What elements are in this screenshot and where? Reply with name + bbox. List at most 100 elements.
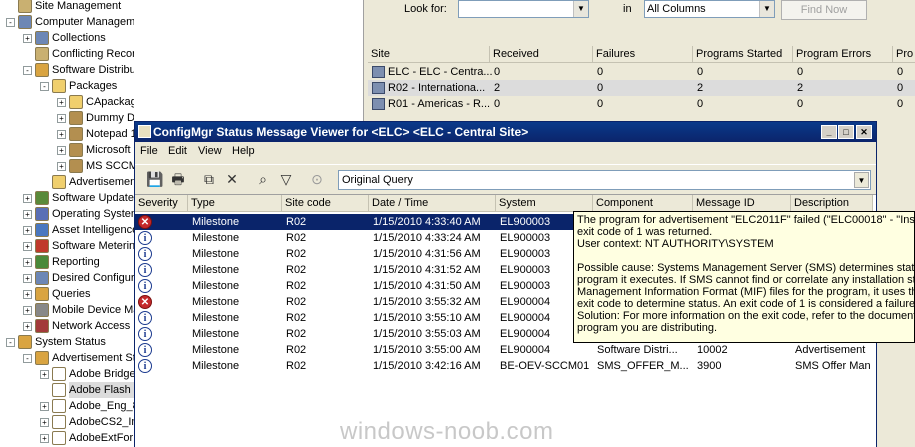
column-header[interactable]: Pro [893,46,915,63]
column-header[interactable]: Received [490,46,593,63]
collapse-icon[interactable]: - [23,354,32,363]
minimize-button[interactable]: _ [821,125,837,139]
expand-icon[interactable]: + [57,114,66,123]
column-header[interactable]: Date / Time [369,195,496,212]
save-icon[interactable]: 💾 [145,169,165,189]
collapse-icon[interactable]: - [23,66,32,75]
tree-item[interactable]: + Mobile Device Man [0,302,134,318]
expand-icon[interactable]: + [40,370,49,379]
column-header[interactable]: Description [791,195,873,212]
expand-icon[interactable]: + [23,226,32,235]
chevron-down-icon[interactable]: ▼ [759,1,774,17]
column-header[interactable]: Failures [593,46,693,63]
collapse-icon[interactable]: - [6,338,15,347]
tree-item[interactable]: - Packages [0,78,134,94]
column-header[interactable]: Site [368,46,490,63]
tree-item[interactable]: + CApackages [0,94,134,110]
expand-icon[interactable]: + [23,34,32,43]
column-header[interactable]: Type [188,195,282,212]
print-icon[interactable]: 🖶 [168,169,188,189]
tree-item[interactable]: Conflicting Records [0,46,134,62]
table-row[interactable]: i Milestone R02 1/15/2010 3:42:16 AM BE-OEV-… [135,358,876,374]
filter-icon[interactable]: ▽ [276,169,296,189]
expand-icon[interactable]: + [57,146,66,155]
look-for-input[interactable]: ▼ [458,0,589,18]
folder-icon [18,0,32,13]
site-icon [372,66,385,78]
tree-item[interactable]: - Software Distribution [0,62,134,78]
expand-icon[interactable]: + [23,242,32,251]
tree-item[interactable]: + Notepad 1 [0,126,134,142]
tree-item[interactable]: + Software Updates [0,190,134,206]
expand-icon[interactable]: + [23,210,32,219]
expand-icon[interactable]: + [23,290,32,299]
menu-view[interactable]: View [198,145,222,157]
copy-icon[interactable]: ⧉ [199,169,219,189]
expand-icon[interactable]: + [40,418,49,427]
table-row[interactable]: ELC - ELC - Centra... 0 0 0 0 0 [368,64,915,80]
tree-item[interactable]: + Reporting [0,254,134,270]
tree-item[interactable]: + MS SCCM S [0,158,134,174]
close-button[interactable]: ✕ [856,125,872,139]
collapse-icon[interactable]: - [6,18,15,27]
site-cell: R02 [286,296,307,308]
tree-item-label: Dummy Davy 01 [86,112,134,124]
table-row[interactable]: R01 - Americas - R... 0 0 0 0 0 [368,96,915,112]
tree-item[interactable]: + Collections [0,30,134,46]
tree-item[interactable]: + Operating System [0,206,134,222]
expand-icon[interactable]: + [40,402,49,411]
query-select[interactable]: Original Query ▼ [338,170,871,190]
chevron-down-icon[interactable]: ▼ [573,1,588,17]
tree-item-label: Mobile Device Man [52,304,134,316]
expand-icon[interactable]: + [57,162,66,171]
expand-icon[interactable]: + [57,130,66,139]
column-header[interactable]: Site code [282,195,369,212]
expand-icon[interactable]: + [57,98,66,107]
tree-item[interactable]: + Dummy Davy 01 [0,110,134,126]
site-cell: R02 [286,328,307,340]
tree-item[interactable]: + AdobeExtForn [0,430,134,446]
tree-item[interactable]: - Computer Management [0,14,134,30]
tree-item[interactable]: Adobe Flash P [0,382,134,398]
tree-item[interactable]: + Adobe Bridge [0,366,134,382]
window-titlebar[interactable]: ConfigMgr Status Message Viewer for <ELC… [135,122,876,142]
tree-item[interactable]: + Adobe_Eng_8 [0,398,134,414]
maximize-button[interactable]: □ [838,125,854,139]
table-row[interactable]: R02 - Internationa... 2 0 2 2 0 [368,80,915,96]
tree-item[interactable]: + Network Access Pr [0,318,134,334]
stop-icon[interactable]: ⊙ [307,169,327,189]
tree-item[interactable]: + Desired Configural [0,270,134,286]
column-header[interactable]: Severity [135,195,188,212]
column-header[interactable]: System [496,195,593,212]
chevron-down-icon[interactable]: ▼ [854,172,869,188]
column-header[interactable]: Program Errors [793,46,893,63]
column-header[interactable]: Component [593,195,693,212]
table-row[interactable]: i Milestone R02 1/15/2010 3:55:00 AM EL90000… [135,342,876,358]
expand-icon[interactable]: + [23,258,32,267]
menu-file[interactable]: File [140,145,158,157]
find-icon[interactable]: ⌕ [253,169,273,189]
expand-icon[interactable]: + [40,434,49,443]
delete-icon[interactable]: ✕ [222,169,242,189]
column-header[interactable]: Message ID [693,195,791,212]
expand-icon[interactable]: + [23,306,32,315]
menu-help[interactable]: Help [232,145,255,157]
expand-icon[interactable]: + [23,274,32,283]
collapse-icon[interactable]: - [40,82,49,91]
menu-edit[interactable]: Edit [168,145,187,157]
tree-item[interactable]: Site Management [0,0,134,14]
tree-item[interactable]: Advertisement [0,174,134,190]
tree-item[interactable]: - Advertisement Sta [0,350,134,366]
column-select[interactable]: All Columns ▼ [644,0,775,18]
tree-item[interactable]: - System Status [0,334,134,350]
tree-item[interactable]: + Asset Intelligence [0,222,134,238]
expand-icon[interactable]: + [23,322,32,331]
column-header[interactable]: Programs Started [693,46,793,63]
tooltip-line: exit code to determine status. An exit c… [577,298,915,310]
tree-item[interactable]: + Software Metering [0,238,134,254]
tree-item[interactable]: + AdobeCS2_Ins [0,414,134,430]
find-now-button[interactable]: Find Now [781,0,867,20]
tree-item[interactable]: + Microsoft S [0,142,134,158]
expand-icon[interactable]: + [23,194,32,203]
tree-item[interactable]: + Queries [0,286,134,302]
